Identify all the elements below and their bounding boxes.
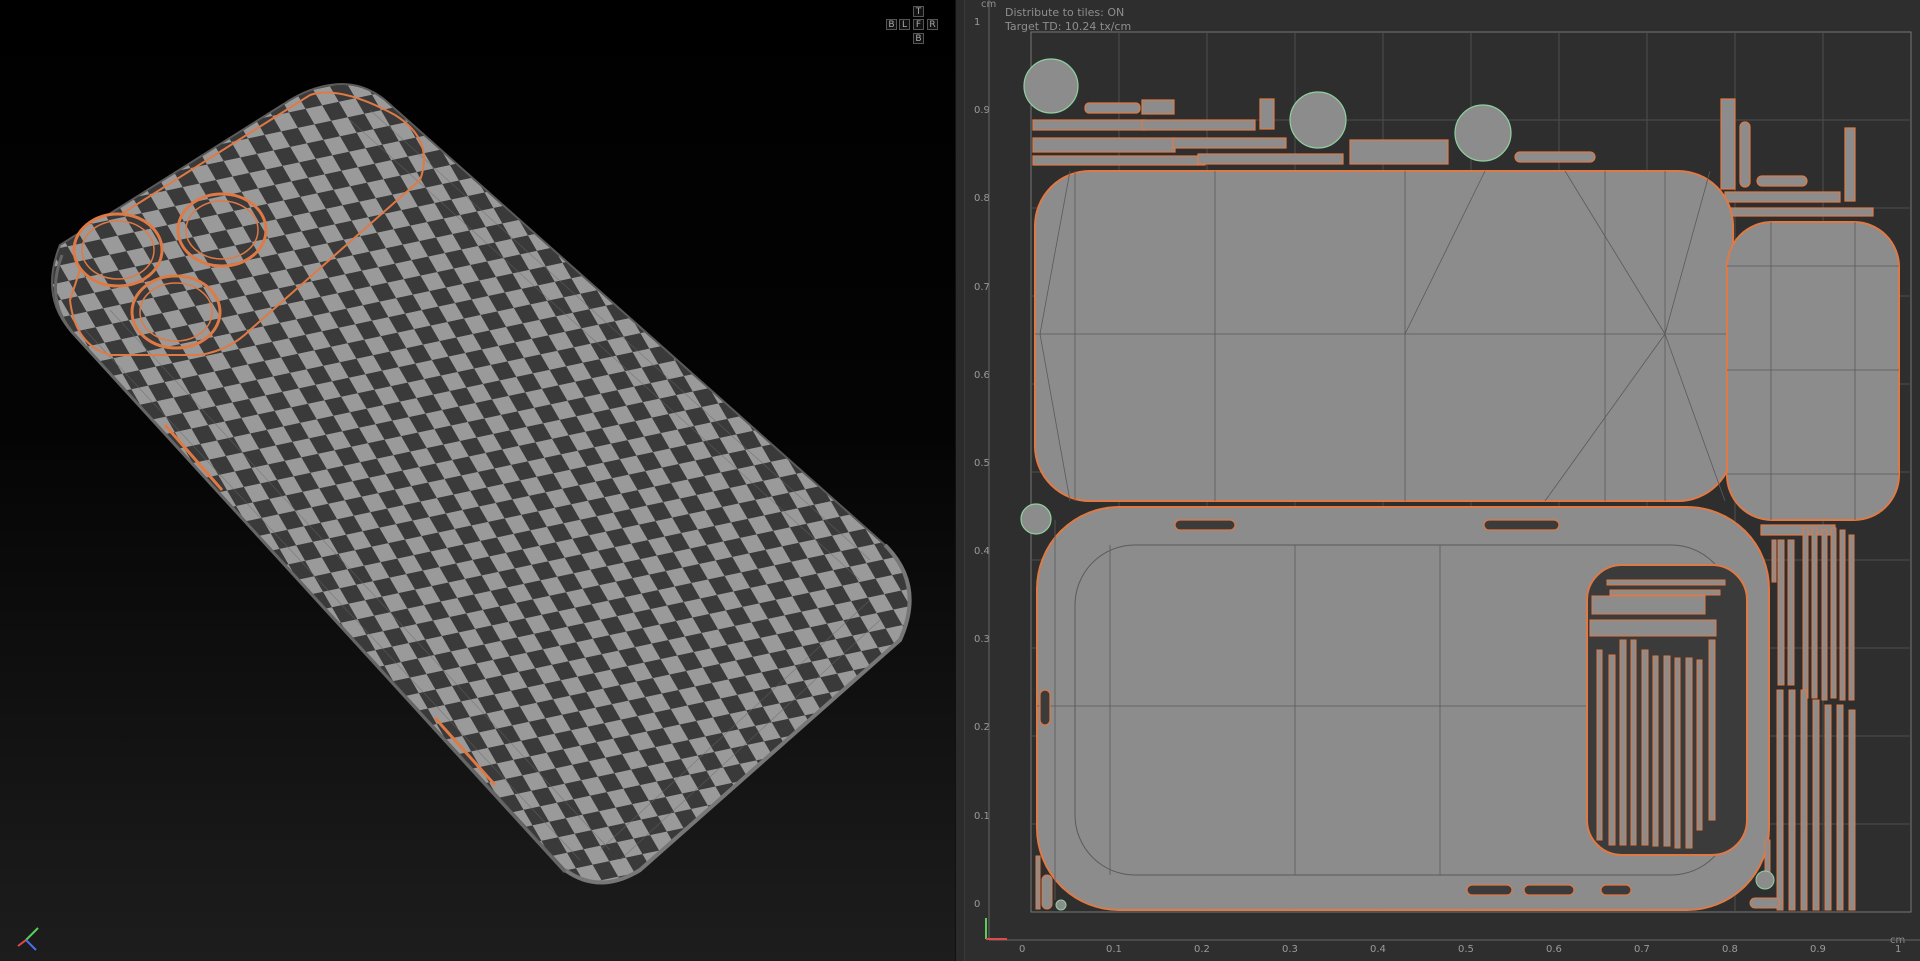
- viewcube-top[interactable]: T: [913, 6, 924, 17]
- y-tick: 0.8: [974, 193, 990, 204]
- y-tick: 0.9: [974, 105, 990, 116]
- y-tick: 0.6: [974, 370, 990, 381]
- x-tick: 0.7: [1634, 944, 1650, 955]
- x-tick: 0.5: [1458, 944, 1474, 955]
- y-tick: 0.3: [974, 634, 990, 645]
- y-tick: 1: [974, 17, 981, 28]
- x-tick: 0.1: [1106, 944, 1122, 955]
- target-td-status: Target TD: 10.24 tx/cm: [1005, 20, 1132, 33]
- y-tick: 0.7: [974, 282, 990, 293]
- x-tick: 0.9: [1810, 944, 1826, 955]
- y-tick: 0.2: [974, 722, 990, 733]
- x-tick: 0.2: [1194, 944, 1210, 955]
- camera-lens-2: [176, 192, 268, 268]
- uv-canvas: [985, 0, 1920, 941]
- axis-gizmo-icon: [17, 927, 39, 951]
- distribute-tiles-status: Distribute to tiles: ON: [1005, 6, 1125, 19]
- viewcube-right[interactable]: R: [927, 19, 938, 30]
- viewport-splitter[interactable]: [955, 0, 965, 961]
- camera-lens-3: [130, 274, 222, 350]
- unit-label-top: cm: [981, 0, 997, 10]
- x-tick: 0.6: [1546, 944, 1562, 955]
- uv-info-overlay: Distribute to tiles: ON Target TD: 10.24…: [1005, 6, 1131, 34]
- x-tick: 0: [1019, 944, 1026, 955]
- 3d-viewport[interactable]: T B L F R B: [0, 0, 955, 961]
- phone-model: [51, 83, 912, 885]
- y-tick: 0: [974, 899, 981, 910]
- x-tick: 0.4: [1370, 944, 1386, 955]
- viewcube-bottom[interactable]: B: [913, 33, 924, 44]
- x-tick: 1: [1895, 944, 1902, 955]
- viewcube-front[interactable]: F: [913, 19, 924, 30]
- uv-editor[interactable]: Distribute to tiles: ON Target TD: 10.24…: [965, 0, 1920, 961]
- x-tick: 0.3: [1282, 944, 1298, 955]
- y-tick: 0.5: [974, 458, 990, 469]
- y-tick: 0.1: [974, 811, 990, 822]
- viewcube-back[interactable]: B: [886, 19, 897, 30]
- viewcube-left[interactable]: L: [899, 19, 910, 30]
- y-tick: 0.4: [974, 546, 990, 557]
- camera-lens-1: [72, 212, 164, 288]
- x-tick: 0.8: [1722, 944, 1738, 955]
